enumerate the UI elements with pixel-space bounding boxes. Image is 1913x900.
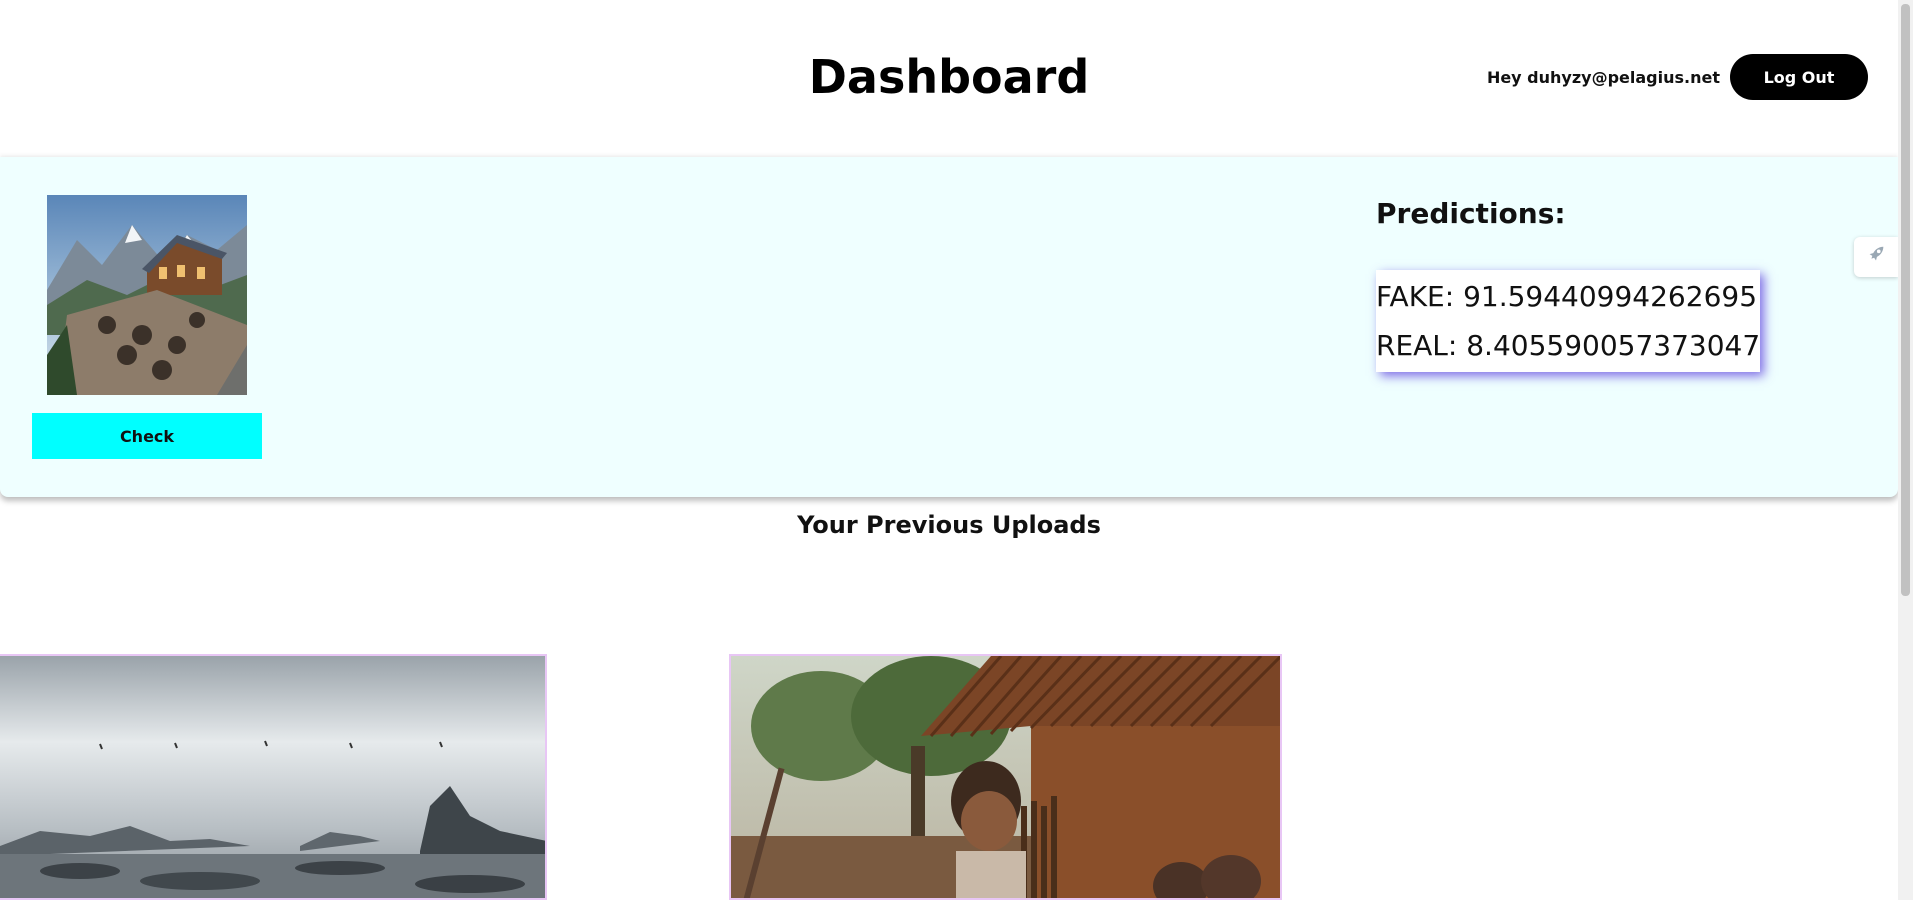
prediction-real: REAL: 8.405590057373047 <box>1376 329 1761 362</box>
check-button[interactable]: Check <box>32 413 262 459</box>
header: Dashboard Hey duhyzy@pelagius.net Log Ou… <box>0 0 1898 155</box>
previous-upload-thumbnail[interactable] <box>0 654 547 900</box>
previous-uploads-heading: Your Previous Uploads <box>797 511 1101 539</box>
previous-upload-thumbnail[interactable] <box>729 654 1282 900</box>
prediction-fake: FAKE: 91.59440994262695 <box>1376 280 1758 313</box>
predictions-section: Predictions: FAKE: 91.59440994262695 REA… <box>1376 197 1761 372</box>
predictions-title: Predictions: <box>1376 197 1566 230</box>
uploaded-image-preview <box>47 195 247 395</box>
user-greeting: Hey duhyzy@pelagius.net <box>1486 67 1720 87</box>
scrollbar-thumb[interactable] <box>1901 4 1910 596</box>
upload-panel: Check Predictions: FAKE: 91.594409942626… <box>0 157 1898 497</box>
floating-launch-button[interactable] <box>1854 237 1898 277</box>
rocket-icon <box>1865 244 1887 270</box>
user-area: Hey duhyzy@pelagius.net Log Out <box>1487 54 1868 100</box>
page-scrollbar[interactable] <box>1898 0 1913 900</box>
logout-button[interactable]: Log Out <box>1730 54 1868 100</box>
predictions-box: FAKE: 91.59440994262695 REAL: 8.40559005… <box>1376 270 1761 372</box>
